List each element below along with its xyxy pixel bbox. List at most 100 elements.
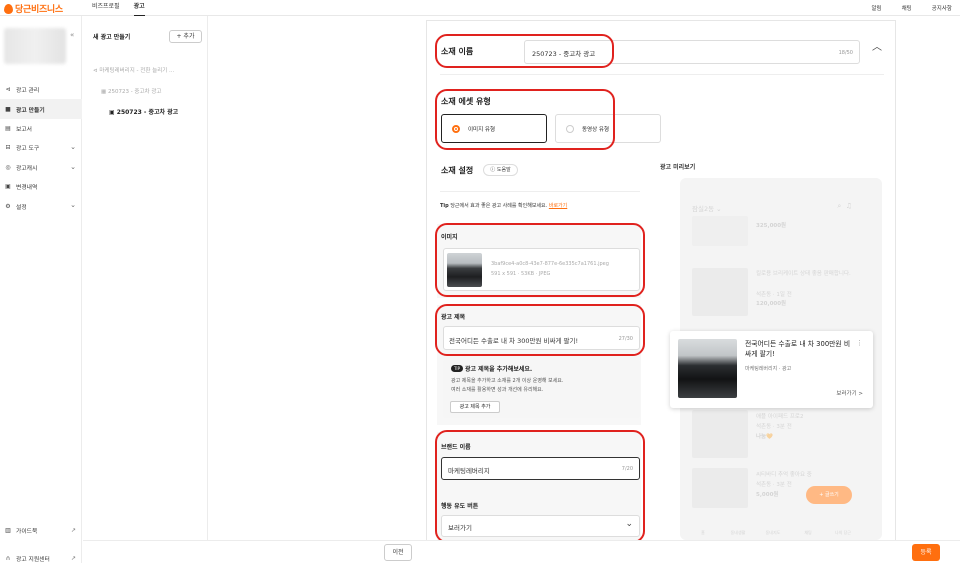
sidebar-item-label: 설정 <box>16 204 27 211</box>
ad-preview-cta: 보러가기 > <box>836 391 863 397</box>
write-fab: + 글쓰기 <box>806 486 852 504</box>
prev-button[interactable]: 이전 <box>384 544 412 561</box>
tab-my: 나의 당근 <box>835 530 851 535</box>
ad-tree-panel: 새 광고 만들기 + 추가 ⊲ 마케팅레버리지 - 전환 늘리기 ... ▦ 2… <box>83 16 208 540</box>
sidebar-item-guidebook[interactable]: ▥ 가이드북 ↗ <box>0 516 82 544</box>
highlight-outline <box>435 223 645 297</box>
plus-square-icon: ■ <box>5 105 11 113</box>
tip-line-1: 광고 제목을 추가하고 소재를 2개 이상 운영해 보세요. <box>451 378 564 384</box>
logo-text: 당근비즈니스 <box>15 5 63 15</box>
collapse-panel-icon[interactable]: ︿ <box>872 38 882 53</box>
tree-creative-item[interactable]: ▣ 250723 - 중고차 광고 <box>109 107 178 116</box>
ad-preview-title: 전국어디든 수출로 내 차 300만원 비싸게 팔기! <box>745 340 851 358</box>
top-nav: 비즈프로필 광고 <box>92 0 145 16</box>
tip-line: Tip 당근에서 효과 좋은 광고 사례를 확인해보세요. 바로가기 <box>440 202 567 209</box>
tree-adgroup-label: 250723 - 중고차 광고 <box>107 89 162 95</box>
tab-chat: 채팅 <box>804 530 812 535</box>
tip-link[interactable]: 바로가기 <box>549 203 567 209</box>
tip-badge: TIP <box>451 365 463 372</box>
creative-name-counter: 18/50 <box>838 50 853 56</box>
ad-preview-card: 전국어디든 수출로 내 차 300만원 비싸게 팔기! 마케팅레버리지 · 광고… <box>670 331 873 408</box>
register-button[interactable]: 등록 <box>912 544 940 561</box>
highlight-outline <box>435 304 645 356</box>
top-bar: 당근비즈니스 비즈프로필 광고 알림 채팅 공지사항 <box>0 0 960 16</box>
sidebar-item-label: 변경내역 <box>16 185 38 192</box>
chevron-down-icon: ⌄ <box>70 143 76 152</box>
sidebar-item-report[interactable]: ▤ 보고서 <box>0 119 82 138</box>
sidebar-item-label: 광고 만들기 <box>16 107 45 114</box>
tab-community: 동네생활 <box>730 530 746 535</box>
add-button[interactable]: + 추가 <box>169 30 202 43</box>
sidebar-item-support[interactable]: ∩ 광고 지원센터 ↗ <box>0 544 82 572</box>
feed-item-price: 5,000원 <box>756 492 779 498</box>
sidebar-item-ad-management[interactable]: ⊲ 광고 관리 <box>0 80 82 99</box>
ad-preview-sub: 마케팅레버리지 · 광고 <box>745 366 792 372</box>
search-bell-icons: ⌕ ♫ <box>837 202 852 210</box>
top-right-links: 알림 채팅 공지사항 <box>872 4 953 12</box>
feed-item-title: 씨티바디 추억 좋아요 중 <box>756 472 812 478</box>
coin-icon: ◎ <box>5 163 11 171</box>
highlight-outline <box>435 430 645 543</box>
location-selector: 잠실2동 ⌄ <box>692 205 722 213</box>
creative-settings-label: 소재 설정 <box>441 166 474 175</box>
more-options-icon: ⋮ <box>856 339 863 347</box>
nav-bizprofile[interactable]: 비즈프로필 <box>92 0 120 16</box>
highlight-outline <box>435 34 614 68</box>
feed-item-meta: 석촌동 · 1일 전 <box>756 292 792 298</box>
add-ad-title-button[interactable]: 광고 제목 추가 <box>450 401 500 413</box>
divider <box>440 191 640 192</box>
toolbox-icon: ⊟ <box>5 144 11 152</box>
feed-item-meta: 석촌동 · 3분 전 <box>756 482 792 488</box>
help-label: 도움말 <box>496 167 511 173</box>
feed-item-price: 325,000원 <box>756 223 787 229</box>
external-link-icon: ↗ <box>70 526 76 534</box>
sidebar: « ⊲ 광고 관리 ■ 광고 만들기 ▤ 보고서 ⊟ 광고 도구 ⌄ ◎ 광고캐… <box>0 16 82 563</box>
external-link-icon: ↗ <box>70 554 76 562</box>
chevron-down-icon: ⌄ <box>70 162 76 171</box>
tree-campaign-item[interactable]: ⊲ 마케팅레버리지 - 전환 늘리기 ... <box>93 66 174 74</box>
tree-campaign-label: 마케팅레버리지 - 전환 늘리기 ... <box>99 68 175 74</box>
nav-ads[interactable]: 광고 <box>133 0 145 16</box>
tip-prefix: Tip <box>440 203 449 209</box>
chevron-down-icon: ⌄ <box>70 201 76 210</box>
tip-line-2: 여러 소재를 활용하면 성과 개선에 유리해요. <box>451 387 544 393</box>
sidebar-bottom: ▥ 가이드북 ↗ ∩ 광고 지원센터 ↗ <box>0 516 82 572</box>
tip-text: 당근에서 효과 좋은 광고 사례를 확인해보세요. <box>450 203 548 209</box>
feed-item-price: 나눔🧡 <box>756 434 773 440</box>
tree-adgroup-item[interactable]: ▦ 250723 - 중고차 광고 <box>101 87 161 95</box>
preview-label: 광고 미리보기 <box>660 164 696 171</box>
feed-item-price: 120,000원 <box>756 301 787 307</box>
headset-icon: ∩ <box>5 554 11 562</box>
notice-link[interactable]: 공지사항 <box>932 4 952 12</box>
carrot-logo-icon <box>4 3 13 14</box>
feed-item-image <box>692 468 748 508</box>
ad-car-image <box>678 339 737 398</box>
sidebar-item-ad-tools[interactable]: ⊟ 광고 도구 ⌄ <box>0 138 82 157</box>
history-icon: ▣ <box>5 183 11 191</box>
chat-link[interactable]: 채팅 <box>902 4 912 12</box>
tree-creative-label: 250723 - 중고차 광고 <box>116 109 179 116</box>
sidebar-item-label: 광고 지원센터 <box>16 556 50 563</box>
feed-item-title: 애플 아이패드 프로2 <box>756 414 804 420</box>
bottom-action-bar: 이전 등록 <box>83 540 960 563</box>
sidebar-item-label: 보고서 <box>16 126 32 133</box>
tip-title: 광고 제목을 추가해보세요. <box>465 366 533 373</box>
feed-item-image <box>692 268 748 316</box>
report-icon: ▤ <box>5 124 11 132</box>
logo[interactable]: 당근비즈니스 <box>4 2 63 15</box>
help-button[interactable]: ⓘ 도움말 <box>483 164 518 176</box>
account-info-blurred[interactable] <box>4 28 66 64</box>
sidebar-item-ad-cash[interactable]: ◎ 광고캐시 ⌄ <box>0 158 82 177</box>
sidebar-item-create-ad[interactable]: ■ 광고 만들기 <box>0 99 82 119</box>
collapse-sidebar-icon[interactable]: « <box>70 31 74 39</box>
divider <box>440 74 884 75</box>
ad-title-tip-box: TIP 광고 제목을 추가해보세요. 광고 제목을 추가하고 소재를 2개 이상… <box>443 360 640 418</box>
tree-header: 새 광고 만들기 <box>93 34 131 41</box>
tab-home: 홈 <box>701 530 705 535</box>
feed-item-meta: 석촌동 · 3분 전 <box>756 424 792 430</box>
sidebar-item-history[interactable]: ▣ 변경내역 <box>0 177 82 196</box>
sidebar-item-settings[interactable]: ⚙ 설정 ⌄ <box>0 196 82 215</box>
notifications-link[interactable]: 알림 <box>872 4 882 12</box>
tab-map: 동네지도 <box>765 530 781 535</box>
sidebar-item-label: 광고 관리 <box>16 88 40 95</box>
